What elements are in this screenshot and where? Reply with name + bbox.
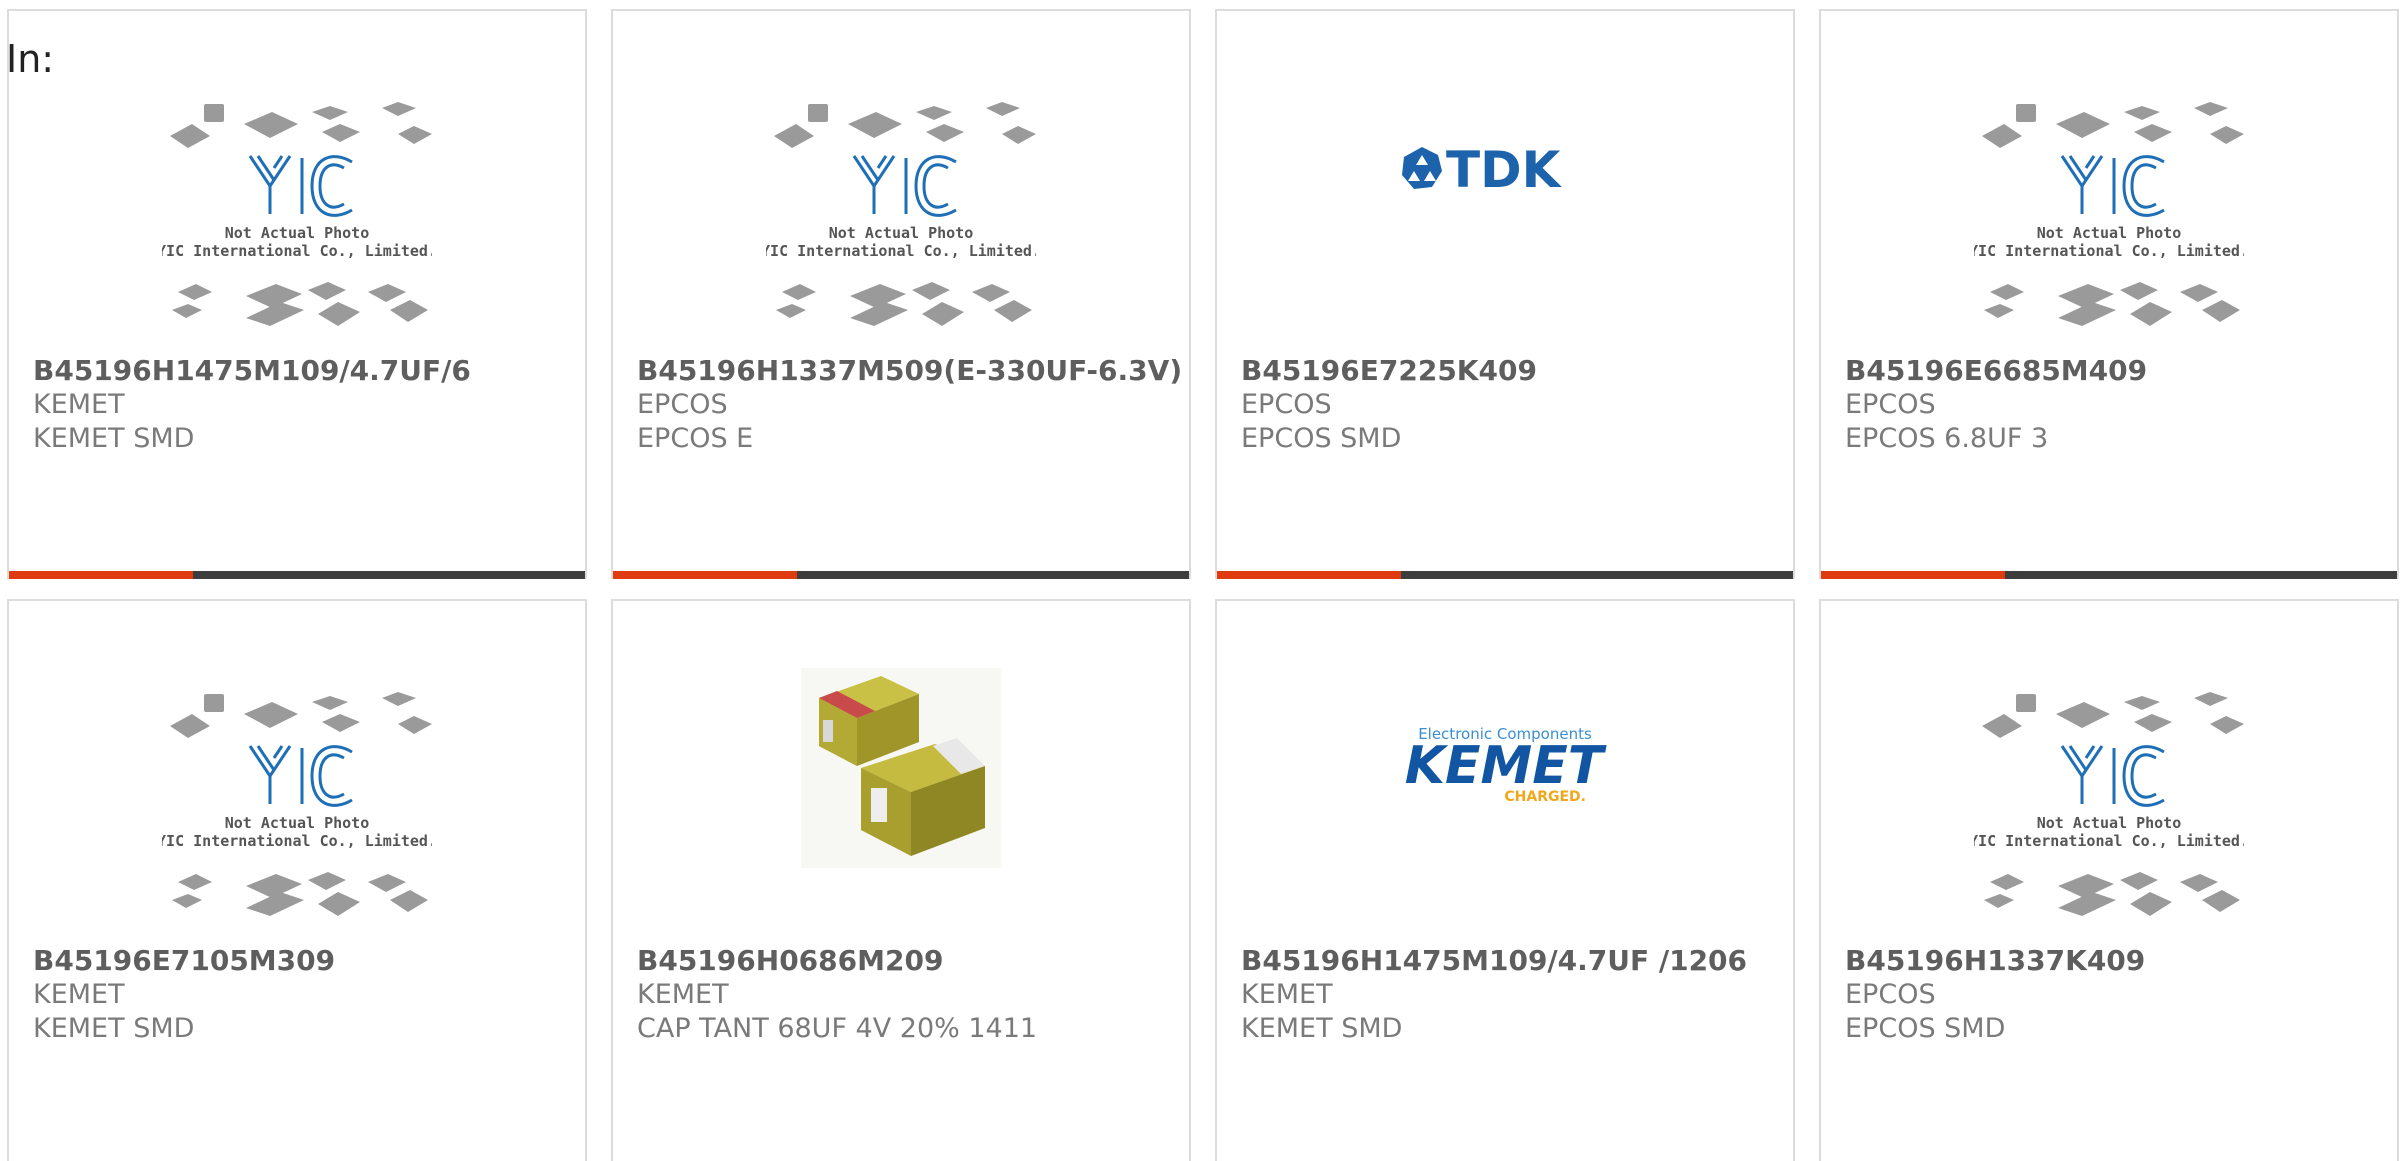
description: KEMET SMD: [1241, 1013, 1403, 1044]
part-number[interactable]: B45196H1337M509(E-330UF-6.3V): [637, 354, 1182, 388]
tdk-logo: TDK: [1402, 141, 1563, 199]
placeholder-line2: YIC International Co., Limited.: [1974, 242, 2244, 260]
manufacturer: KEMET: [1241, 979, 1333, 1010]
part-number[interactable]: B45196H0686M209: [637, 944, 1179, 978]
yic-placeholder-image: Not Actual Photo YIC International Co., …: [162, 692, 432, 916]
manufacturer: EPCOS: [1845, 389, 1936, 420]
yic-placeholder-image: Not Actual Photo YIC International Co., …: [1974, 692, 2244, 916]
placeholder-line1: Not Actual Photo: [225, 224, 370, 242]
tdk-wordmark: TDK: [1446, 141, 1563, 199]
placeholder-line1: Not Actual Photo: [2037, 224, 2182, 242]
product-card[interactable]: Not Actual Photo YIC International Co., …: [7, 9, 587, 579]
product-grid: Not Actual Photo YIC International Co., …: [7, 9, 2399, 1161]
card-accent-bar: [613, 571, 1189, 579]
product-card[interactable]: Electronic Components KEMET CHARGED. B45…: [1215, 599, 1795, 1161]
product-image[interactable]: Not Actual Photo YIC International Co., …: [1821, 91, 2397, 351]
yic-placeholder-image: Not Actual Photo YIC International Co., …: [1974, 102, 2244, 326]
product-card[interactable]: Not Actual Photo YIC International Co., …: [611, 9, 1191, 579]
placeholder-line1: Not Actual Photo: [2037, 814, 2182, 832]
placeholder-line1: Not Actual Photo: [225, 814, 370, 832]
placeholder-line2: YIC International Co., Limited.: [162, 832, 432, 850]
description: EPCOS 6.8UF 3: [1845, 423, 2049, 454]
product-listing-page: In: Not Actual Photo YIC International C…: [0, 0, 2403, 1161]
part-number[interactable]: B45196E6685M409: [1845, 354, 2387, 388]
product-image[interactable]: [613, 663, 1189, 873]
part-number[interactable]: B45196E7105M309: [33, 944, 575, 978]
placeholder-line2: YIC International Co., Limited.: [1974, 832, 2244, 850]
placeholder-line2: YIC International Co., Limited.: [162, 242, 432, 260]
description: EPCOS SMD: [1241, 423, 1402, 454]
description: KEMET SMD: [33, 1013, 195, 1044]
product-image[interactable]: TDK: [1217, 121, 1793, 221]
part-number[interactable]: B45196H1475M109/4.7UF /1206: [1241, 944, 1783, 978]
product-card[interactable]: TDK B45196E7225K409 EPCOS EPCOS SMD: [1215, 9, 1795, 579]
manufacturer: KEMET: [637, 979, 729, 1010]
manufacturer: EPCOS: [1241, 389, 1332, 420]
filter-label: In:: [6, 37, 55, 81]
product-card[interactable]: B45196H0686M209 KEMET CAP TANT 68UF 4V 2…: [611, 599, 1191, 1161]
product-card[interactable]: Not Actual Photo YIC International Co., …: [7, 599, 587, 1161]
card-accent-bar: [9, 571, 585, 579]
placeholder-line1: Not Actual Photo: [829, 224, 974, 242]
description: KEMET SMD: [33, 423, 195, 454]
description: EPCOS E: [637, 423, 754, 454]
yic-placeholder-image: Not Actual Photo YIC International Co., …: [766, 102, 1036, 326]
manufacturer: KEMET: [33, 979, 125, 1010]
product-image[interactable]: Not Actual Photo YIC International Co., …: [1821, 681, 2397, 941]
part-number[interactable]: B45196H1475M109/4.7UF/6: [33, 354, 575, 388]
description: CAP TANT 68UF 4V 20% 1411: [637, 1013, 1038, 1044]
manufacturer: EPCOS: [637, 389, 728, 420]
product-image[interactable]: Not Actual Photo YIC International Co., …: [9, 681, 585, 941]
kemet-subline: CHARGED.: [1504, 789, 1586, 805]
product-image[interactable]: Not Actual Photo YIC International Co., …: [9, 91, 585, 351]
product-image[interactable]: Not Actual Photo YIC International Co., …: [613, 91, 1189, 351]
product-card[interactable]: Not Actual Photo YIC International Co., …: [1819, 9, 2399, 579]
product-image[interactable]: Electronic Components KEMET CHARGED.: [1217, 711, 1793, 821]
kemet-wordmark: KEMET: [1405, 736, 1607, 796]
manufacturer: KEMET: [33, 389, 125, 420]
card-accent-bar: [1217, 571, 1793, 579]
yic-placeholder-image: Not Actual Photo YIC International Co., …: [162, 102, 432, 326]
tantalum-capacitor-photo: [801, 668, 1001, 868]
manufacturer: EPCOS: [1845, 979, 1936, 1010]
description: EPCOS SMD: [1845, 1013, 2006, 1044]
kemet-logo: Electronic Components KEMET CHARGED.: [1405, 725, 1607, 805]
product-card[interactable]: Not Actual Photo YIC International Co., …: [1819, 599, 2399, 1161]
part-number[interactable]: B45196H1337K409: [1845, 944, 2387, 978]
part-number[interactable]: B45196E7225K409: [1241, 354, 1783, 388]
card-accent-bar: [1821, 571, 2397, 579]
placeholder-line2: YIC International Co., Limited.: [766, 242, 1036, 260]
